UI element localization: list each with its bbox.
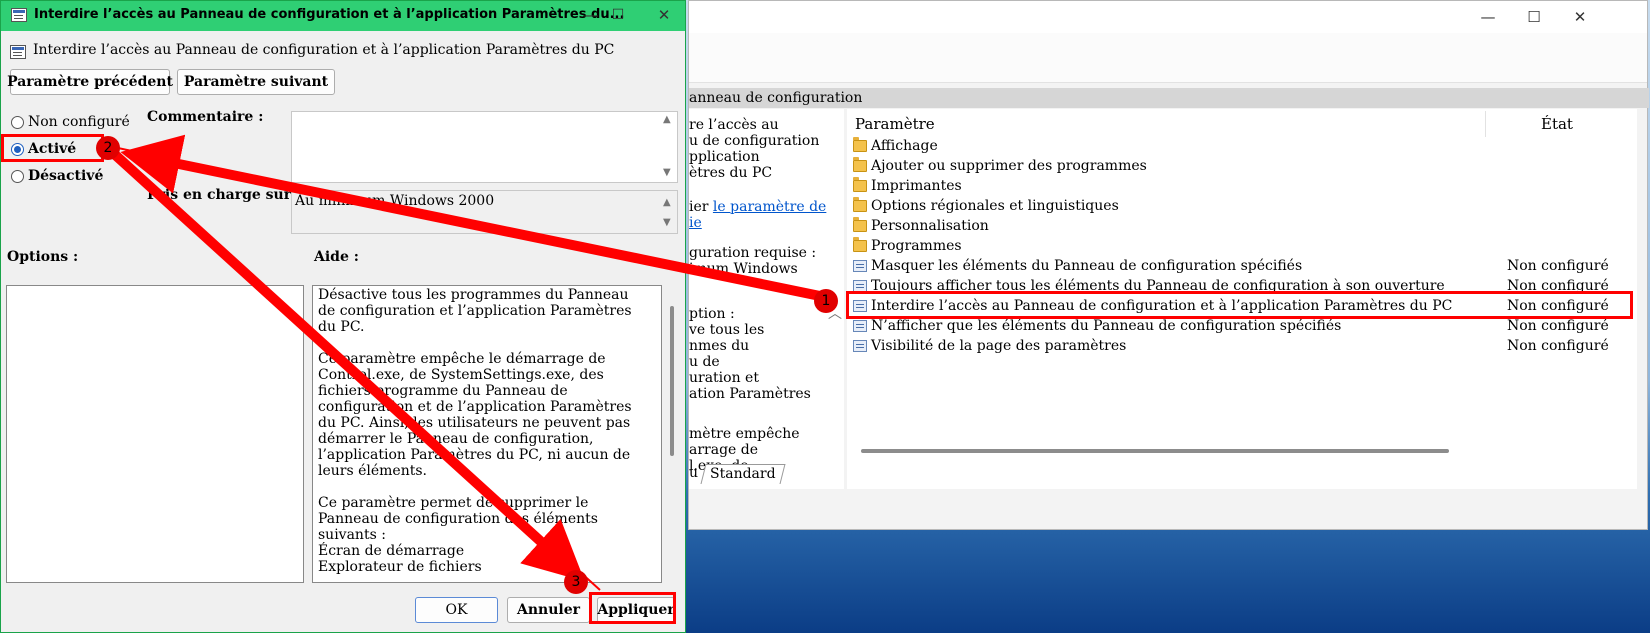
step-2-badge: 2 [96, 136, 120, 160]
highlight-policy-row [846, 291, 1633, 319]
step-3-badge: 3 [564, 570, 588, 594]
step-1-badge: 1 [814, 289, 838, 313]
highlight-apply-button [589, 592, 676, 624]
highlight-enabled-radio [1, 134, 104, 162]
arrow-to-apply [108, 148, 585, 582]
